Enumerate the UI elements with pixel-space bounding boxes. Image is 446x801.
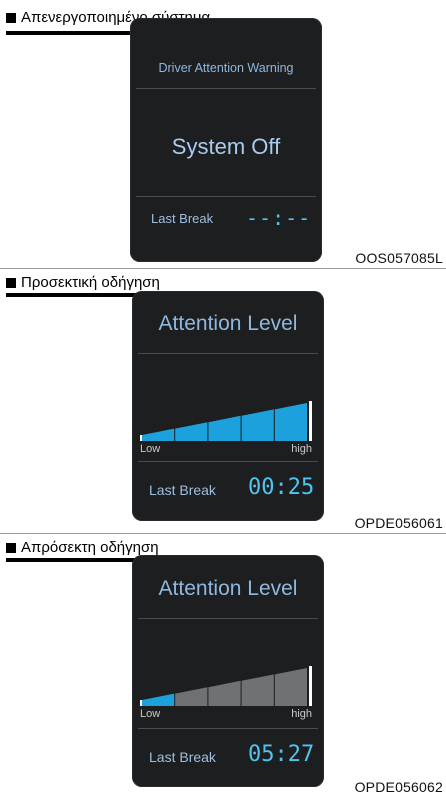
- screen-title: Attention Level: [158, 577, 298, 600]
- last-break-value: 05:27: [248, 742, 315, 767]
- last-break-label: Last Break: [151, 211, 214, 226]
- level-segment: [142, 428, 175, 441]
- caption-text: Απρόσεκτη οδήγηση: [21, 539, 159, 556]
- separator: [136, 88, 316, 89]
- last-break-value: 00:25: [248, 475, 315, 500]
- separator: [138, 618, 318, 619]
- level-segment: [241, 409, 274, 441]
- caption-text: Προσεκτική οδήγηση: [21, 274, 160, 291]
- attention-level-bar: [140, 401, 312, 441]
- cluster-screen: Driver Attention Warning System Off Last…: [130, 18, 322, 262]
- level-segment: [175, 687, 208, 706]
- bar-end-marker: [309, 401, 312, 441]
- figure-code: OPDE056061: [354, 515, 443, 531]
- level-segment: [208, 415, 241, 441]
- panel-system-off: Απενεργοποιημένο σύστημα Driver Attentio…: [0, 0, 446, 268]
- separator: [138, 728, 318, 729]
- panel-attentive-driving: Προσεκτική οδήγηση Attention Level Low h…: [0, 269, 446, 533]
- bullet-square-icon: [6, 277, 16, 288]
- separator: [138, 461, 318, 462]
- separator: [136, 196, 316, 197]
- level-segment: [142, 693, 175, 706]
- cluster-screen: Attention Level Low high Last Break 00:2…: [132, 291, 324, 521]
- low-label: Low: [140, 443, 161, 455]
- screen-title: Driver Attention Warning: [158, 61, 294, 75]
- last-break-label: Last Break: [149, 749, 216, 765]
- high-label: high: [291, 708, 312, 720]
- bar-end-marker: [309, 666, 312, 706]
- separator: [138, 353, 318, 354]
- status-text: System Off: [171, 134, 281, 159]
- panel-inattentive-driving: Απρόσεκτη οδήγηση Attention Level Low hi…: [0, 534, 446, 801]
- bullet-square-icon: [6, 12, 16, 23]
- level-segment: [274, 668, 307, 706]
- cluster-screen: Attention Level Low high Last Break 05:2…: [132, 555, 324, 787]
- level-segment: [175, 422, 208, 441]
- low-label: Low: [140, 708, 161, 720]
- level-segment: [274, 403, 307, 441]
- level-segment: [241, 674, 274, 706]
- attention-level-bar: [140, 666, 312, 706]
- bar-start-marker: [140, 700, 142, 706]
- high-label: high: [291, 443, 312, 455]
- figure-code: OPDE056062: [354, 779, 443, 795]
- caption: Απρόσεκτη οδήγηση: [6, 539, 159, 556]
- last-break-value: --:--: [246, 206, 312, 230]
- caption: Προσεκτική οδήγηση: [6, 274, 160, 291]
- bullet-square-icon: [6, 542, 16, 553]
- figure-code: OOS057085L: [355, 250, 443, 266]
- last-break-label: Last Break: [149, 482, 216, 498]
- screen-title: Attention Level: [158, 312, 298, 335]
- level-segment: [208, 680, 241, 706]
- bar-start-marker: [140, 435, 142, 441]
